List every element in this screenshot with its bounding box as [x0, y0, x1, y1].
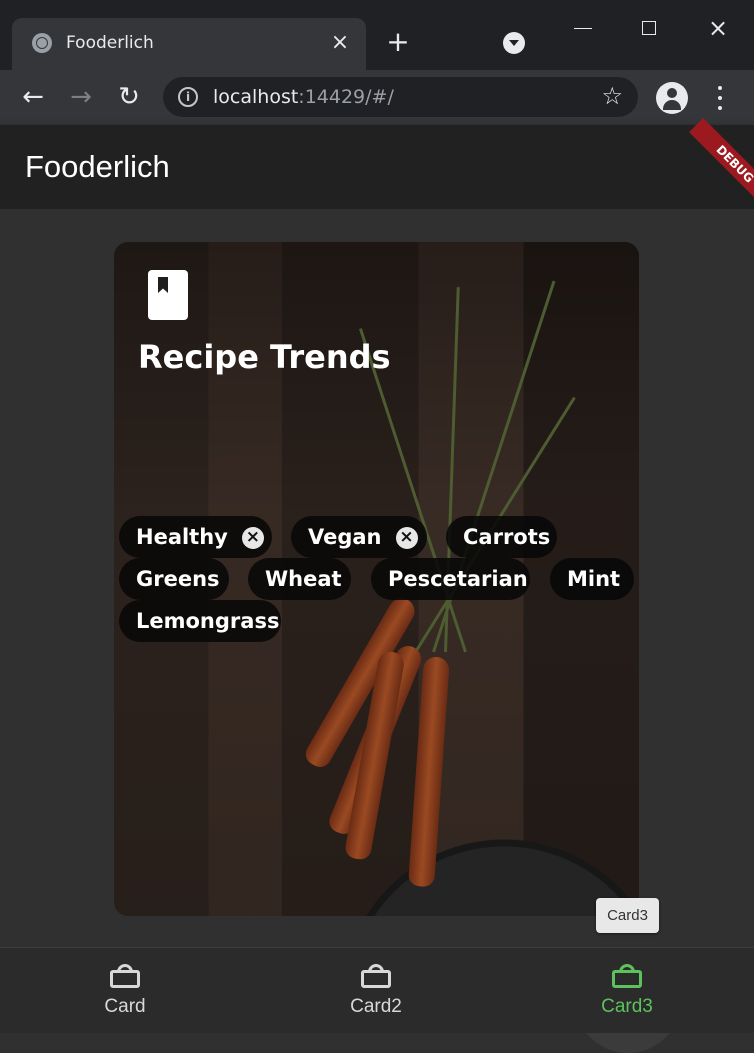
tooltip: Card3	[596, 898, 659, 933]
reload-icon[interactable]: ↻	[114, 82, 144, 112]
chip-mint[interactable]: Mint	[550, 558, 634, 600]
globe-icon	[32, 33, 52, 53]
browser-tab-bar: Fooderlich × + ×	[0, 0, 754, 70]
new-tab-icon[interactable]: +	[384, 28, 412, 56]
bottom-navigation: Card Card2 Card3	[0, 947, 754, 1033]
window-minimize-button[interactable]	[568, 14, 598, 44]
browser-toolbar: ← → ↻ i localhost:14429/#/ ☆	[0, 70, 754, 125]
browser-menu-icon[interactable]	[710, 84, 730, 112]
chip-pescetarian[interactable]: Pescetarian	[371, 558, 530, 600]
window-maximize-button[interactable]	[634, 14, 664, 44]
chip-greens[interactable]: Greens	[119, 558, 229, 600]
nav-item-card[interactable]: Card	[35, 948, 215, 1034]
tab-title: Fooderlich	[66, 33, 154, 53]
forward-arrow-icon[interactable]: →	[66, 82, 96, 112]
card-giftcard-icon	[110, 962, 140, 990]
chip-vegan[interactable]: Vegan ×	[291, 516, 427, 558]
chip-remove-icon[interactable]: ×	[395, 527, 418, 549]
chip-lemongrass[interactable]: Lemongrass	[119, 600, 281, 642]
chip-wheat[interactable]: Wheat	[248, 558, 351, 600]
nav-item-card3[interactable]: Card3	[537, 948, 717, 1034]
chip-remove-icon[interactable]: ×	[241, 527, 264, 549]
chip-healthy[interactable]: Healthy ×	[119, 516, 272, 558]
profile-avatar[interactable]	[656, 82, 688, 114]
bookmark-star-icon[interactable]: ☆	[601, 82, 623, 110]
card-giftcard-icon	[361, 962, 391, 990]
nav-label-card2: Card2	[350, 996, 402, 1017]
info-icon[interactable]: i	[178, 87, 198, 107]
url-text: localhost:14429/#/	[213, 86, 394, 108]
app-bar: Fooderlich	[0, 125, 754, 209]
nav-label-card3: Card3	[601, 996, 653, 1017]
tab-close-icon[interactable]: ×	[326, 29, 354, 57]
app-title: Fooderlich	[25, 149, 170, 184]
card-giftcard-icon	[612, 962, 642, 990]
tab-search-icon[interactable]	[503, 32, 525, 54]
back-arrow-icon[interactable]: ←	[18, 82, 48, 112]
nav-item-card2[interactable]: Card2	[286, 948, 466, 1034]
nav-label-card: Card	[104, 996, 146, 1017]
browser-tab[interactable]: Fooderlich ×	[12, 18, 366, 70]
address-bar[interactable]: i localhost:14429/#/ ☆	[163, 77, 638, 117]
card-title: Recipe Trends	[138, 338, 391, 376]
window-close-button[interactable]: ×	[703, 14, 733, 44]
chip-carrots[interactable]: Carrots	[446, 516, 557, 558]
book-icon	[148, 270, 188, 320]
